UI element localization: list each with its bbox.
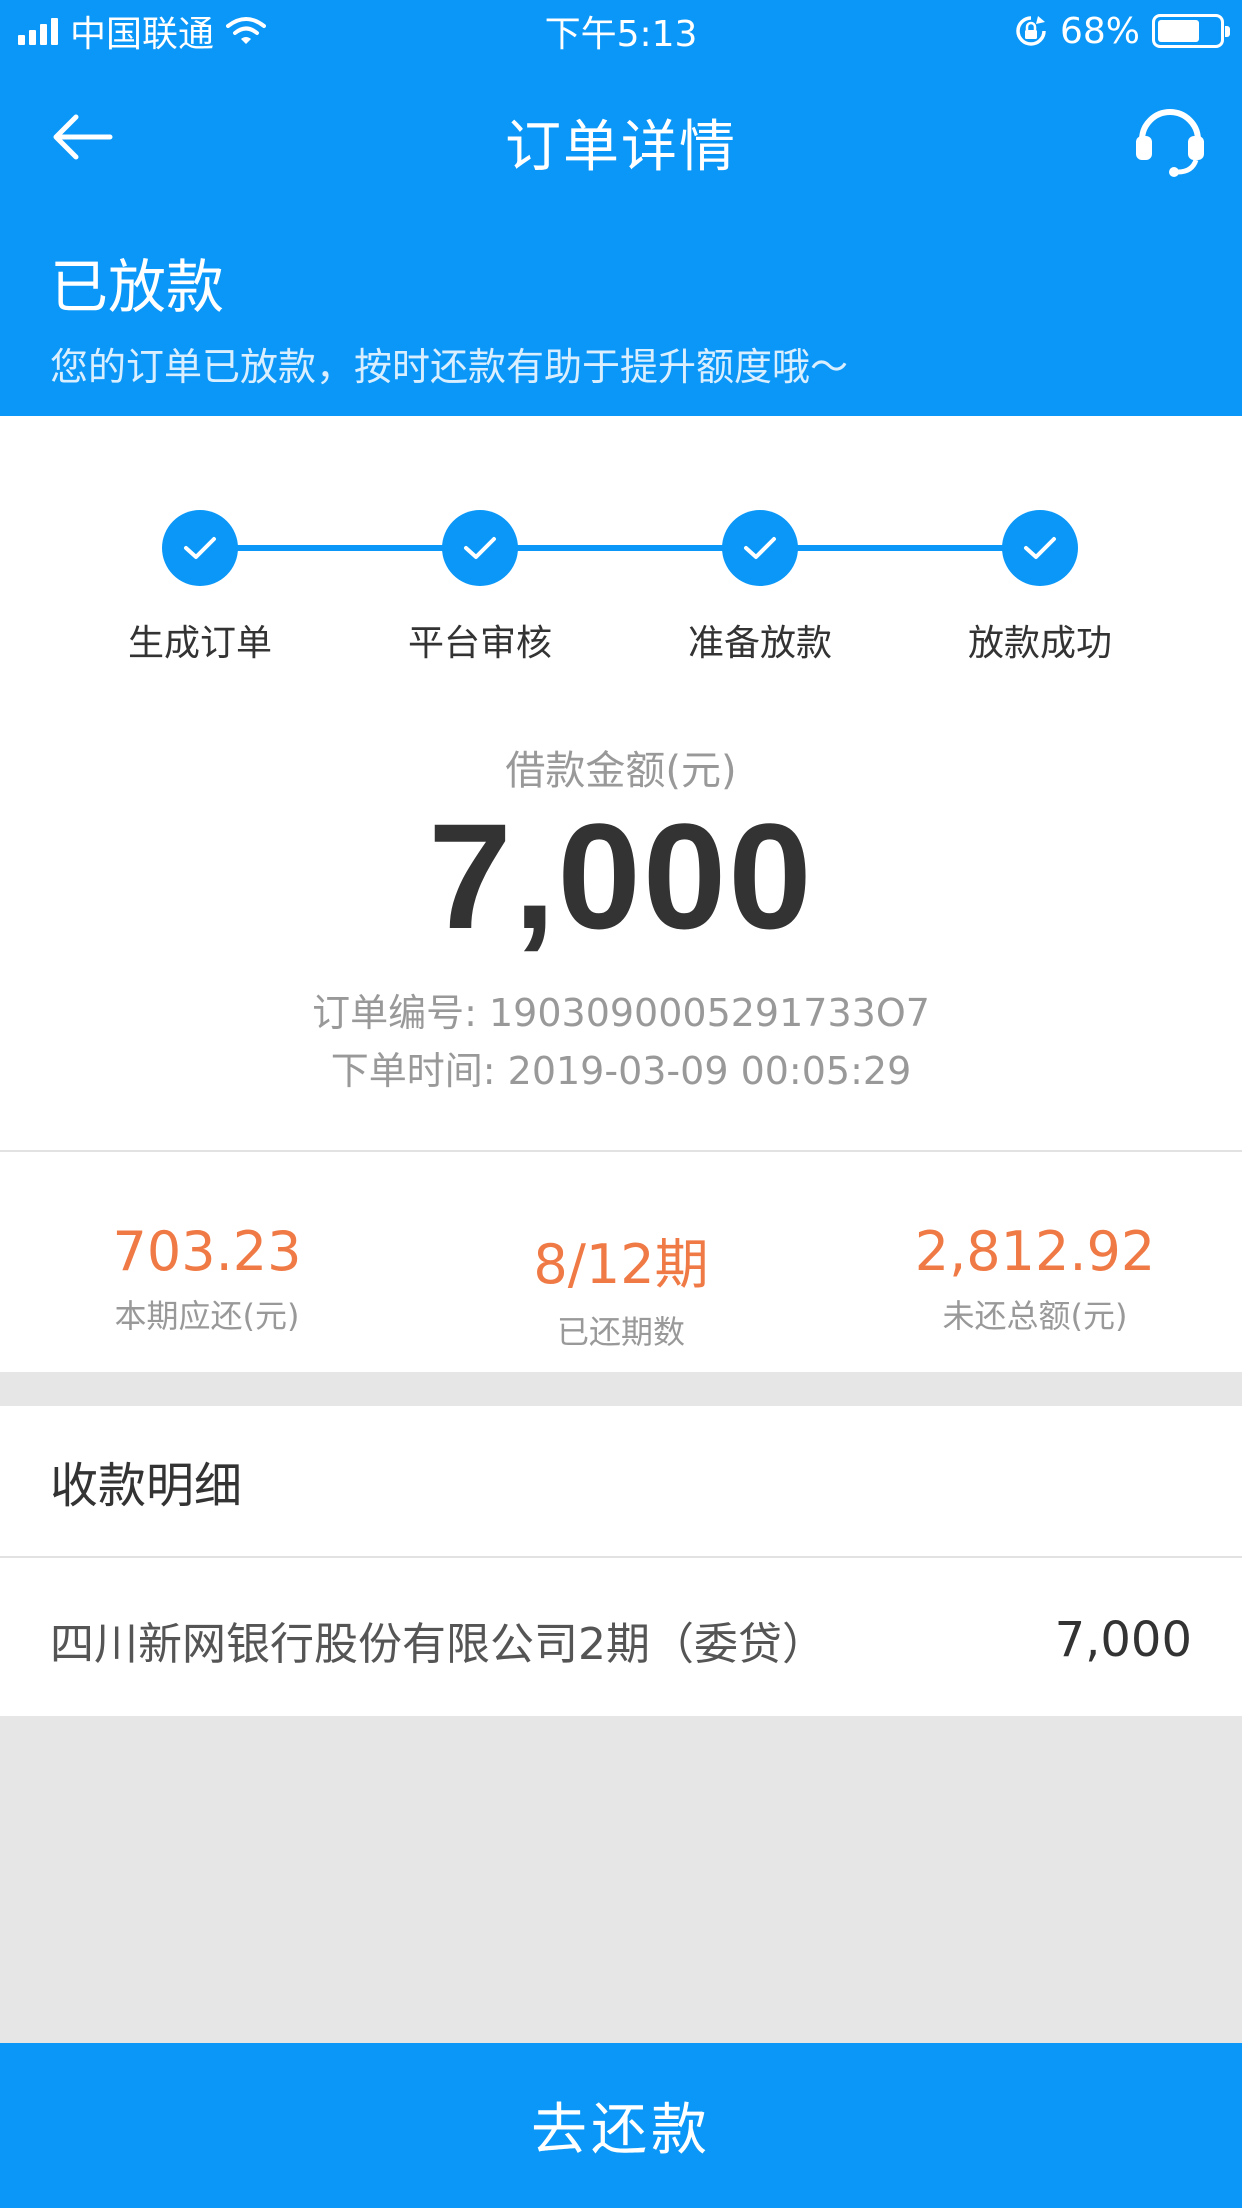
step-check-icon [722,510,798,586]
status-bar: 中国联通 下午5:13 68% [0,0,1242,62]
loan-amount-label: 借款金额(元) [505,748,737,794]
order-time-row: 下单时间: 2019-03-09 00:05:29 [0,1042,1242,1100]
receipt-section: 收款明细 四川新网银行股份有限公司2期（委贷） 7,000 [0,1406,1242,1716]
order-number-row: 订单编号: 1903090005291733O7 [0,984,1242,1042]
stat-value: 2,812.92 [914,1220,1156,1283]
step-label: 放款成功 [967,623,1112,664]
loan-amount-block: 借款金额(元) 7,000 [0,738,1242,963]
status-left: 中国联通 [18,5,267,57]
progress-steps: 生成订单 平台审核 准备放款 放款成功 [0,496,1242,676]
order-time: 2019-03-09 00:05:29 [507,1049,912,1093]
repayment-stats: 703.23 本期应还(元) 8/12期 已还期数 2,812.92 未还总额(… [0,1160,1242,1370]
carrier-name: 中国联通 [70,14,215,55]
signal-icon [18,17,58,45]
battery-percent: 68% [1059,10,1140,52]
receipt-title: 收款明细 [50,1458,243,1514]
order-card: 生成订单 平台审核 准备放款 放款成功 借款金额(元) 7,000 订单编号: [0,416,1242,1372]
order-number-label: 订单编号: [312,991,477,1035]
status-right: 68% [1014,10,1230,52]
order-time-label: 下单时间: [330,1049,496,1093]
battery-icon [1152,14,1230,48]
repay-button[interactable]: 去还款 [0,2043,1242,2208]
stat-label: 已还期数 [556,1313,685,1351]
step-check-icon [1002,510,1078,586]
page-title: 订单详情 [505,115,737,180]
stat-label: 本期应还(元) [114,1297,300,1335]
order-info: 订单编号: 1903090005291733O7 下单时间: 2019-03-0… [0,984,1242,1100]
headset-icon [1136,109,1204,177]
order-status-header: 已放款 您的订单已放款，按时还款有助于提升额度哦～ [0,212,1242,416]
stat-current-due: 703.23 本期应还(元) [0,1160,414,1370]
nav-bar: 订单详情 [0,62,1242,212]
step-platform-review: 平台审核 [350,496,610,666]
order-number: 1903090005291733O7 [488,991,930,1035]
step-label: 准备放款 [687,623,832,664]
stat-label: 未还总额(元) [942,1297,1128,1335]
step-label: 平台审核 [407,623,552,664]
customer-service-button[interactable] [1128,100,1212,180]
step-label: 生成订单 [127,623,272,664]
rotation-lock-icon [1016,16,1046,46]
receipt-row: 四川新网银行股份有限公司2期（委贷） 7,000 [0,1558,1242,1716]
wifi-icon [226,17,267,44]
battery-level [1158,20,1199,42]
order-status-subtitle: 您的订单已放款，按时还款有助于提升额度哦～ [50,345,849,389]
order-status: 已放款 [50,253,225,321]
stat-periods-paid: 8/12期 已还期数 [414,1160,828,1370]
stat-remaining-total: 2,812.92 未还总额(元) [828,1160,1242,1370]
stat-value: 8/12期 [533,1233,709,1296]
stat-value: 703.23 [112,1220,302,1283]
loan-amount: 7,000 [428,792,814,960]
step-create-order: 生成订单 [70,496,330,666]
step-loan-success: 放款成功 [910,496,1170,666]
step-prepare-loan: 准备放款 [630,496,890,666]
receipt-amount: 7,000 [1054,1612,1192,1668]
receipt-lender-name: 四川新网银行股份有限公司2期（委贷） [50,1619,826,1670]
step-check-icon [442,510,518,586]
divider [0,1150,1242,1152]
step-check-icon [162,510,238,586]
